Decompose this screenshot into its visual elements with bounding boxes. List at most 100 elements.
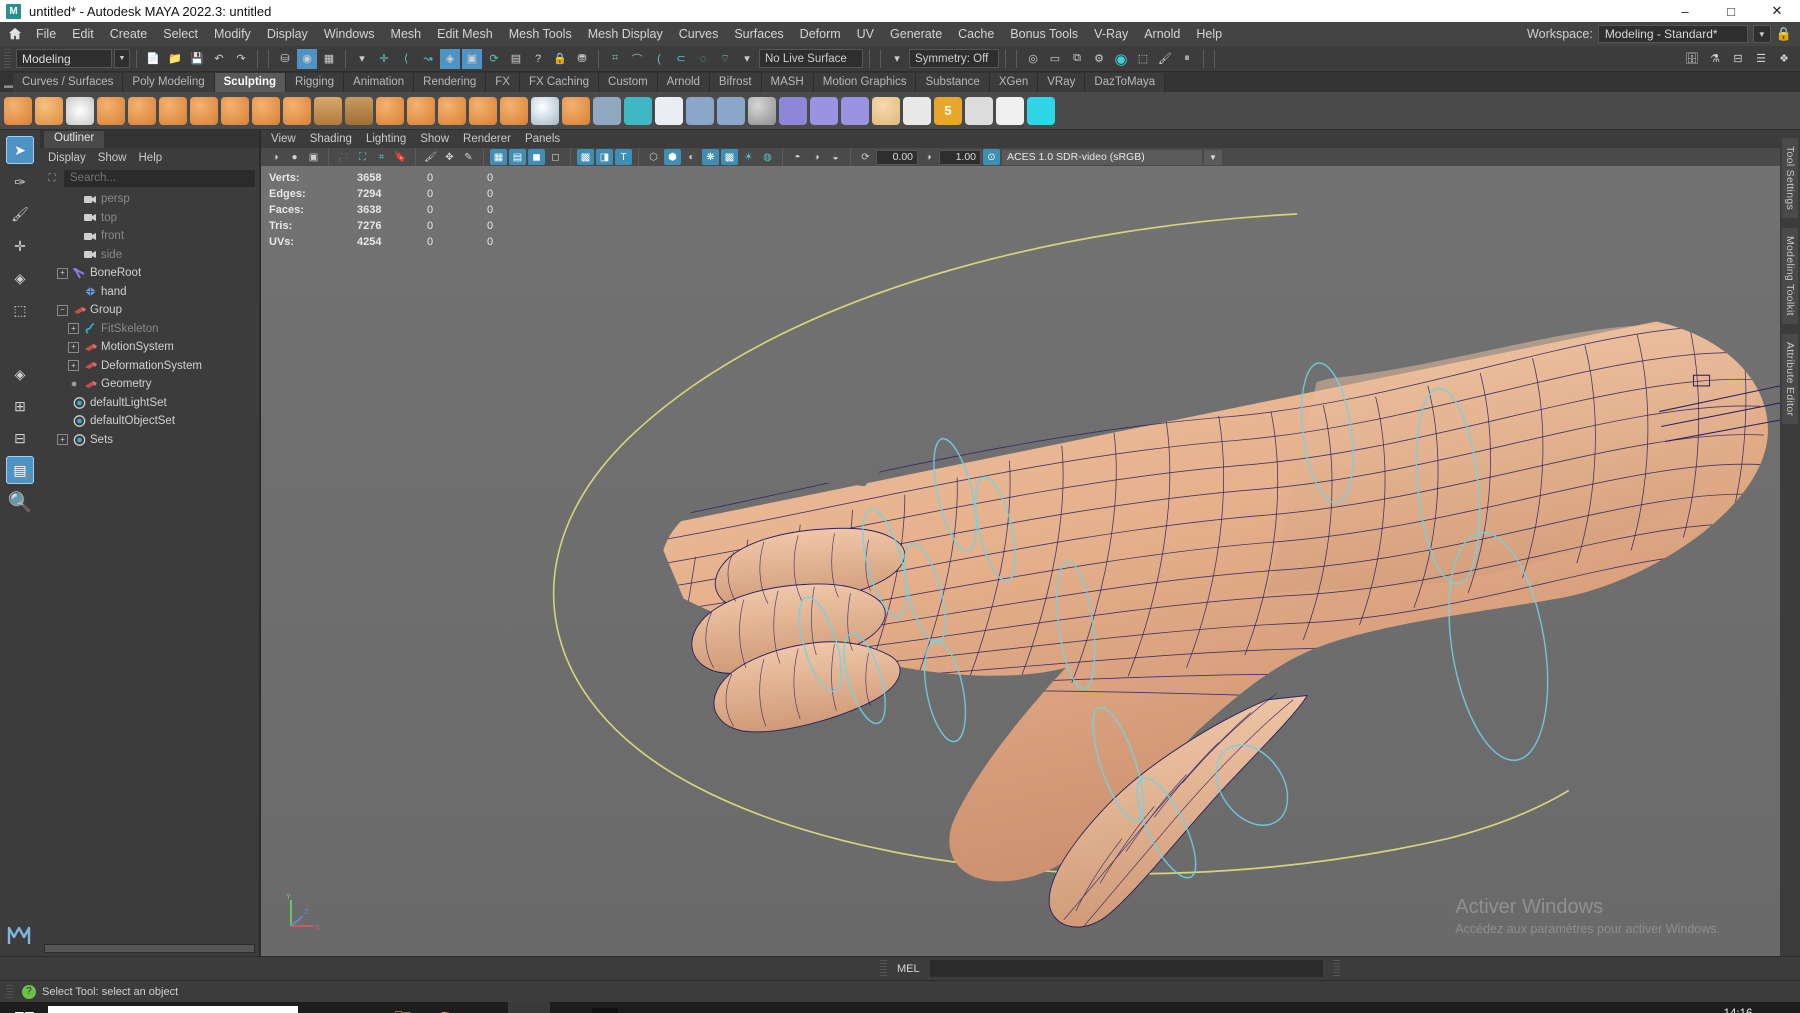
sculpt-imprint-icon[interactable] — [283, 96, 311, 125]
toolbar-grip[interactable] — [4, 48, 11, 69]
copyright-app-icon[interactable]: © — [550, 1002, 592, 1013]
help-line-grip[interactable] — [6, 984, 13, 999]
textured-icon[interactable]: ▩ — [577, 149, 594, 165]
use-lights-icon[interactable]: ◨ — [596, 149, 613, 165]
collapse-icon[interactable]: − — [57, 304, 68, 316]
sculpt-smear-icon[interactable] — [438, 96, 466, 125]
sculpt-smooth-icon[interactable] — [35, 96, 63, 125]
snap-point-icon[interactable]: ↝ — [418, 49, 438, 69]
shelf-tab-xgen[interactable]: XGen — [989, 73, 1039, 92]
highlight-selection-icon[interactable]: ⛃ — [572, 49, 592, 69]
symmetry-field[interactable]: Symmetry: Off — [909, 49, 999, 68]
menu-windows[interactable]: Windows — [316, 22, 383, 46]
shelf-tab-bifrost[interactable]: Bifrost — [709, 73, 762, 92]
color-space-field[interactable]: ACES 1.0 SDR-video (sRGB) — [1002, 149, 1202, 165]
shelf-tab-substance[interactable]: Substance — [916, 73, 990, 92]
surface-icon[interactable]: ◌ — [693, 49, 713, 69]
new-scene-icon[interactable]: 📄 — [143, 49, 163, 69]
rebuild-icon[interactable]: ⌗ — [605, 49, 625, 69]
wireframe-on-shaded-icon[interactable]: ◻ — [547, 149, 564, 165]
render-settings-icon[interactable]: ⚙ — [1089, 49, 1109, 69]
menu-create[interactable]: Create — [102, 22, 156, 46]
shelf-tab-animation[interactable]: Animation — [344, 73, 415, 92]
shelf-tab-daztomaya[interactable]: DazToMaya — [1085, 73, 1166, 92]
menu-arnold[interactable]: Arnold — [1136, 22, 1188, 46]
expand-icon[interactable]: + — [57, 434, 68, 446]
layout-four-pane-icon[interactable]: ⊟ — [6, 424, 34, 452]
snap-projected-center-icon[interactable]: ◈ — [440, 48, 460, 69]
help-icon[interactable]: ? — [22, 984, 36, 999]
command-line-grip[interactable] — [880, 960, 887, 977]
menu-mesh-tools[interactable]: Mesh Tools — [501, 22, 580, 46]
shelf-tab-motion-graphics[interactable]: Motion Graphics — [813, 73, 917, 92]
curve-ep-icon[interactable]: ⊂ — [671, 49, 691, 69]
sculpt-grab-icon[interactable] — [97, 96, 125, 125]
shelf-tab-custom[interactable]: Custom — [599, 73, 658, 92]
viewport-menu-shading[interactable]: Shading — [310, 133, 352, 145]
grid-toggle-icon[interactable]: ⌗ — [373, 149, 390, 165]
opera-icon[interactable]: O — [466, 1002, 508, 1013]
menu-uv[interactable]: UV — [849, 22, 882, 46]
shelf-tab-fx-caching[interactable]: FX Caching — [519, 73, 600, 92]
select-by-hierarchy-icon[interactable]: ⛁ — [275, 49, 295, 69]
windows-start-icon[interactable] — [0, 1002, 48, 1013]
shelf-tab-sculpting[interactable]: Sculpting — [214, 73, 287, 92]
rotate-tool-icon[interactable]: ◈ — [6, 264, 34, 292]
outliner-item-geometry[interactable]: Geometry — [40, 375, 259, 394]
sculpt-knife-icon[interactable] — [407, 96, 435, 125]
outliner-item-motionsystem[interactable]: + MotionSystem — [40, 338, 259, 357]
layout-two-pane-icon[interactable]: ⊞ — [6, 392, 34, 420]
sculpt-flatten-icon[interactable] — [159, 96, 187, 125]
hypershade-icon[interactable]: ◉ — [1111, 49, 1131, 69]
camera-icon[interactable]: 🎥 — [335, 149, 352, 165]
viewport-menu-panels[interactable]: Panels — [525, 133, 560, 145]
outliner-item-deformationsystem[interactable]: + DeformationSystem — [40, 357, 259, 376]
home-icon[interactable] — [2, 27, 28, 41]
outliner-item-defaultobjectset[interactable]: defaultObjectSet — [40, 412, 259, 431]
outliner-item-hand[interactable]: hand — [40, 283, 259, 302]
outliner-menu-display[interactable]: Display — [48, 152, 86, 164]
render-setup-icon[interactable]: 🖌 — [1155, 49, 1175, 69]
sculpt-convert-icon[interactable] — [562, 96, 590, 125]
lock-icon[interactable]: 🔒 — [1776, 26, 1792, 42]
outliner-item-front[interactable]: front — [40, 227, 259, 246]
scrollbar-thumb[interactable] — [44, 943, 255, 953]
maya-taskbar-icon[interactable]: M — [508, 1002, 550, 1013]
nurbs-icon[interactable]: ⌔ — [715, 49, 735, 69]
expand-icon[interactable]: + — [68, 323, 79, 335]
selection-mask-chevron-icon[interactable]: ▾ — [352, 49, 372, 69]
outliner-tab[interactable]: Outliner — [44, 131, 105, 148]
task-view-icon[interactable]: ❏ — [340, 1002, 382, 1013]
expand-icon[interactable]: + — [68, 360, 79, 372]
quad-draw-icon[interactable] — [686, 96, 714, 125]
sphere-primitive-icon[interactable] — [748, 96, 776, 125]
outliner-item-top[interactable]: top — [40, 209, 259, 228]
outliner-item-boneroot[interactable]: + BoneRoot — [40, 264, 259, 283]
ipr-render-icon[interactable]: ⧉ — [1067, 49, 1087, 69]
open-scene-icon[interactable]: 📁 — [165, 49, 185, 69]
sculpt-foamy-icon[interactable] — [190, 96, 218, 125]
menu-mesh[interactable]: Mesh — [383, 22, 430, 46]
menu-help[interactable]: Help — [1188, 22, 1230, 46]
pause-render-icon[interactable]: ⏸ — [1177, 49, 1197, 69]
snap-grid-icon[interactable]: ✛ — [374, 49, 394, 69]
layout-single-pane-icon[interactable]: ◈ — [6, 360, 34, 388]
bookmark-icon[interactable]: 🔖 — [392, 149, 409, 165]
file-explorer-icon[interactable]: 🗀 — [382, 1002, 424, 1013]
outliner-item-group[interactable]: − Group — [40, 301, 259, 320]
outliner-item-persp[interactable]: persp — [40, 190, 259, 209]
command-line-grip-right[interactable] — [1333, 960, 1340, 977]
smooth-shade-icon[interactable]: ▤ — [509, 149, 526, 165]
two-sided-lighting-icon[interactable]: ⛶ — [354, 149, 371, 165]
chrome-icon[interactable] — [424, 1002, 466, 1013]
channel-box-icon[interactable]: ⊟ — [1728, 49, 1748, 69]
character-icon[interactable]: ⚗ — [1705, 49, 1725, 69]
command-input[interactable] — [929, 960, 1323, 977]
viewport-canvas[interactable]: Verts: 3658 0 0 Edges: 7294 0 0 Faces: 3638 0 0 Tris… — [261, 166, 1780, 956]
tab-tool-settings[interactable]: Tool Settings — [1782, 138, 1798, 219]
cone-primitive-icon[interactable] — [810, 96, 838, 125]
outliner-menu-show[interactable]: Show — [98, 152, 127, 164]
color-space-chevron-down-icon[interactable]: ▼ — [1204, 149, 1222, 165]
attribute-editor-icon[interactable]: ☰ — [1751, 49, 1771, 69]
select-camera-icon[interactable]: ◑ — [267, 149, 284, 165]
